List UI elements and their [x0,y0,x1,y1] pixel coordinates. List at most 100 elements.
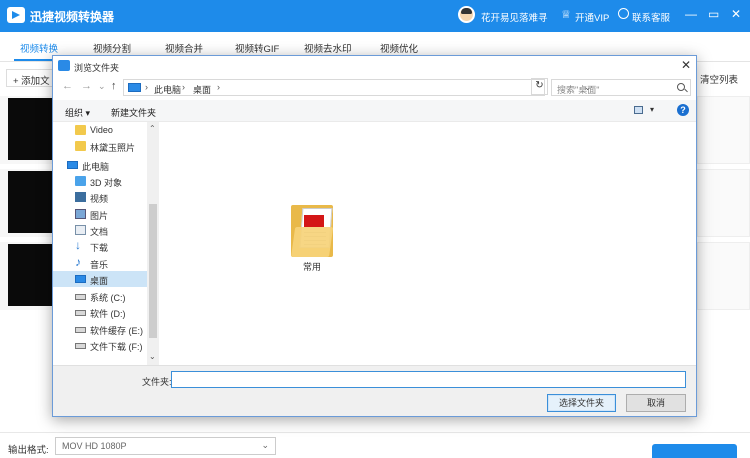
tree-item-label: 系统 (C:) [90,293,126,303]
tree-item[interactable]: 林黛玉照片 [53,138,147,154]
desktop-icon [75,275,86,283]
tree-item[interactable]: 系统 (C:) [53,288,147,304]
cube-icon [75,176,86,186]
folder-name-input[interactable] [171,371,686,388]
output-format-value: MOV HD 1080P [62,441,127,451]
tree-item[interactable]: 此电脑 [53,157,147,173]
up-folder-button[interactable]: ↑ [111,81,117,92]
tree-item[interactable]: 文档 [53,222,147,238]
tab-video-split[interactable]: 视频分割 [93,41,131,55]
video-icon [75,192,86,202]
organize-menu[interactable]: 组织 ▾ [65,106,90,119]
dialog-title-bar: 浏览文件夹 ✕ [53,56,696,76]
tree-item[interactable]: 音乐 [53,255,147,271]
crown-icon[interactable]: ♕ [561,8,571,21]
tab-video-gif[interactable]: 视频转GIF [235,41,279,55]
chevron-up-icon[interactable]: ⌃ [149,124,156,133]
chat-icon[interactable] [618,8,629,19]
user-name[interactable]: 花开易见落难寻 [481,10,548,24]
tree-item-label: 文件下载 (F:) [90,342,143,352]
folder-content-area: 常用 [159,122,696,365]
video-thumbnail [8,171,52,233]
tree-item[interactable]: 桌面 [53,271,147,287]
folder-icon[interactable] [291,201,335,257]
contact-service-button[interactable]: 联系客服 [632,10,670,24]
video-thumbnail [8,244,52,306]
tree-item[interactable]: 文件下载 (F:) [53,337,147,353]
tree-item-label: 软件 (D:) [90,309,126,319]
tree-item[interactable]: 3D 对象 [53,173,147,189]
drive-icon [75,327,86,333]
tab-video-merge[interactable]: 视频合并 [165,41,203,55]
tree-item-label: 林黛玉照片 [90,143,136,153]
picture-icon [75,209,86,219]
help-icon[interactable]: ? [677,104,689,116]
search-input[interactable]: 搜索"桌面" [551,79,691,96]
tree-item[interactable]: 下载 [53,238,147,254]
scrollbar-thumb[interactable] [149,204,157,338]
refresh-button[interactable]: ↻ [531,78,548,95]
browse-folder-dialog: 浏览文件夹 ✕ ← → ⌄ ↑ › 此电脑 › 桌面 › ⌄ ↻ 搜索"桌面" … [52,55,697,417]
tab-video-convert[interactable]: 视频转换 [20,41,58,55]
tree-item-label: 下载 [90,243,109,253]
tree-item-label: 此电脑 [82,162,110,172]
breadcrumb-separator: › [217,82,220,92]
chevron-down-icon[interactable]: ⌄ [149,352,156,361]
output-format-label: 输出格式: [8,445,49,456]
address-bar[interactable]: › 此电脑 › 桌面 › ⌄ [123,79,592,96]
search-placeholder: 搜索"桌面" [557,85,600,95]
forward-button[interactable]: → [81,81,92,92]
chevron-down-icon[interactable]: ▾ [650,105,654,114]
folder-browser-icon [58,60,70,71]
app-logo-icon [7,7,25,23]
tree-item[interactable]: 视频 [53,189,147,205]
tree-item-label: 桌面 [90,276,109,286]
address-row: ← → ⌄ ↑ › 此电脑 › 桌面 › ⌄ ↻ 搜索"桌面" [53,76,696,98]
tree-item[interactable]: 图片 [53,206,147,222]
pc-icon [67,161,78,169]
minimize-button[interactable]: — [685,7,697,21]
tree-item-label: 图片 [90,211,109,221]
tree-item-label: 音乐 [90,260,109,270]
view-options-icon[interactable] [634,106,643,114]
select-folder-button[interactable]: 选择文件夹 [547,394,616,412]
recent-locations-button[interactable]: ⌄ [98,81,106,92]
tree-item-label: Video [90,125,113,135]
back-button[interactable]: ← [62,81,73,92]
file-row-panel [697,96,750,164]
folder-icon [75,125,86,135]
convert-button[interactable] [652,444,737,458]
breadcrumb-this-pc[interactable]: 此电脑 [154,83,181,96]
tree-item[interactable]: 软件缓存 (E:) [53,321,147,337]
cancel-button[interactable]: 取消 [626,394,686,412]
maximize-button[interactable]: ▭ [708,7,719,21]
drive-icon [75,294,86,300]
tree-item-label: 3D 对象 [90,178,123,188]
dialog-title: 浏览文件夹 [74,63,120,73]
user-avatar[interactable] [458,6,475,23]
tab-video-optimize[interactable]: 视频优化 [380,41,418,55]
app-title-bar: 迅捷视频转换器 花开易见落难寻 ♕ 开通VIP 联系客服 — ▭ ✕ [0,0,750,32]
add-file-button[interactable]: + 添加文 [6,69,57,87]
video-thumbnail [8,98,52,160]
tree-item[interactable]: 软件 (D:) [53,304,147,320]
file-row-panel [697,242,750,310]
close-button[interactable]: ✕ [731,7,741,21]
tree-scrollbar[interactable]: ⌃ ⌄ [147,122,159,365]
new-folder-button[interactable]: 新建文件夹 [111,106,156,119]
file-row-panel [697,169,750,237]
download-icon [75,238,86,252]
tree-item-label: 文档 [90,227,109,237]
tab-video-watermark[interactable]: 视频去水印 [304,41,352,55]
output-format-select[interactable]: MOV HD 1080P ⌄ [55,437,276,455]
folder-field-label: 文件夹: [142,377,172,387]
pc-icon [128,83,141,92]
vip-button[interactable]: 开通VIP [575,10,609,24]
tree-item[interactable]: Video [53,122,147,138]
breadcrumb-desktop[interactable]: 桌面 [193,83,211,96]
folder-item-label[interactable]: 常用 [303,260,321,273]
navigation-tree: Video 林黛玉照片此电脑 3D 对象视频图片文档下载音乐桌面系统 (C:) 软件 … [53,122,159,365]
clear-list-button[interactable]: 清空列表 [694,69,745,87]
dialog-close-button[interactable]: ✕ [681,58,691,72]
dialog-footer: 文件夹: 选择文件夹 取消 [53,365,696,416]
